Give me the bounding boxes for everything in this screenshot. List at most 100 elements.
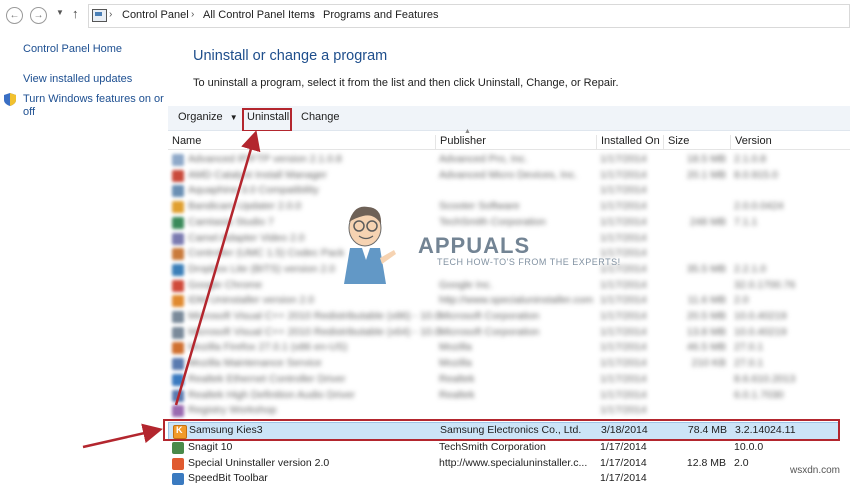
uac-shield-icon	[4, 93, 16, 106]
control-panel-icon	[92, 9, 107, 22]
arrow-to-selected-row-icon	[82, 423, 163, 449]
program-row[interactable]: Realtek Ethernet Controller Driver Realte…	[168, 372, 838, 388]
cell-size: 13.8 MB	[686, 325, 726, 338]
program-icon	[172, 442, 184, 454]
up-arrow-icon[interactable]: ↑	[72, 6, 79, 21]
cell-name: AMD Catalyst Install Manager	[188, 168, 327, 181]
cell-version: 2.1.0.8	[734, 153, 767, 165]
cell-date: 1/17/2014	[600, 341, 647, 354]
cell-name: Microsoft Visual C++ 2010 Redistributabl…	[188, 310, 441, 322]
program-row[interactable]: Registry Workshop 1/17/2014	[168, 403, 838, 419]
program-row[interactable]: SpeedBit Toolbar 1/17/2014	[168, 471, 838, 487]
recent-pages-chevron-icon[interactable]: ▼	[56, 8, 64, 17]
program-icon	[172, 457, 184, 470]
cell-name: Realtek Ethernet Controller Driver	[188, 372, 346, 385]
program-icon	[172, 342, 184, 355]
cell-publisher: Advanced Pro, Inc.	[439, 153, 528, 165]
cell-name: Dropbox Lite (BITS) version 2.0	[188, 262, 336, 275]
cell-version: 10.0.40219	[734, 310, 787, 322]
cell-publisher: Microsoft Corporation	[439, 310, 540, 322]
back-arrow-icon[interactable]: ←	[6, 7, 23, 24]
column-header-row: ▲ Name Publisher Installed On Size Versi…	[168, 128, 850, 150]
program-icon	[173, 425, 187, 439]
cell-date: 1/17/2014	[600, 472, 647, 485]
program-row[interactable]: Mozilla Maintenance Service Mozilla 1/17/2…	[168, 356, 838, 372]
program-row[interactable]: Aquaphine 3.0 Compatibility 1/17/2014	[168, 183, 838, 199]
cell-size: 12.8 MB	[686, 456, 726, 469]
cell-version: 2.0	[734, 456, 749, 469]
cell-date: 1/17/2014	[600, 294, 647, 307]
program-row[interactable]: Snagit 10 TechSmith Corporation 1/17/2014 1…	[168, 440, 838, 456]
cell-date: 1/17/2014	[600, 456, 647, 469]
program-icon	[172, 248, 184, 261]
chevron-right-icon[interactable]: ›	[311, 9, 314, 20]
program-row[interactable]: AMD Catalyst Install Manager Advanced Mic…	[168, 168, 838, 184]
column-header-installed-on[interactable]: Installed On	[596, 135, 660, 149]
cell-name: Aquaphine 3.0 Compatibility	[188, 184, 319, 197]
cell-date: 1/17/2014	[600, 372, 647, 385]
cell-size: 11.6 MB	[687, 294, 726, 307]
cell-version: 10.0.40219	[734, 325, 787, 338]
program-row[interactable]: Microsoft Visual C++ 2010 Redistributabl…	[168, 325, 838, 341]
program-row[interactable]: Special Uninstaller version 2.0 http://ww…	[168, 456, 838, 472]
breadcrumb-programs-features[interactable]: Programs and Features	[323, 9, 439, 21]
program-row[interactable]: Mozilla Firefox 27.0.1 (x86 en-US) Mozill…	[168, 340, 838, 356]
cell-publisher: Realtek	[439, 388, 475, 401]
cell-name: SpeedBit Toolbar	[188, 472, 268, 485]
view-installed-updates-link[interactable]: View installed updates	[23, 73, 132, 85]
column-header-publisher[interactable]: Publisher	[435, 135, 486, 149]
program-row[interactable]: Advanced IP/FTP version 2.1.0.8 Advanced …	[168, 152, 838, 168]
column-header-name[interactable]: Name	[168, 135, 201, 149]
windows-features-link-continued[interactable]: off	[23, 106, 35, 118]
program-row[interactable]: Realtek High Definition Audio Driver Real…	[168, 388, 838, 404]
cell-name: Microsoft Visual C++ 2010 Redistributabl…	[188, 325, 441, 338]
cell-publisher: Mozilla	[439, 341, 472, 354]
change-button[interactable]: Change	[301, 111, 340, 123]
cell-name: Snagit 10	[188, 441, 233, 453]
cell-size: 78.4 MB	[687, 424, 727, 436]
program-icon	[172, 358, 184, 371]
chevron-right-icon[interactable]: ›	[191, 9, 194, 20]
forward-arrow-icon[interactable]: →	[30, 7, 47, 24]
organize-button[interactable]: Organize ▼	[178, 111, 238, 123]
cell-date: 1/17/2014	[600, 388, 647, 401]
cell-version: 8.6.610.2013	[734, 372, 796, 385]
cell-name: Mozilla Maintenance Service	[188, 357, 322, 370]
program-icon	[172, 263, 184, 276]
uninstall-highlight-box	[242, 108, 292, 132]
cell-date: 1/17/2014	[600, 200, 647, 213]
cell-date: 1/17/2014	[600, 325, 647, 338]
cell-publisher: Advanced Micro Devices, Inc.	[439, 168, 578, 181]
program-icon	[172, 216, 184, 229]
address-bar: ← → ▼ ↑ › Control Panel › All Control Pa…	[0, 0, 850, 32]
cell-version: 7.1.1	[734, 215, 758, 228]
control-panel-home-link[interactable]: Control Panel Home	[23, 43, 122, 55]
windows-features-link[interactable]: Turn Windows features on or	[23, 93, 164, 105]
page-description: To uninstall a program, select it from t…	[193, 77, 619, 89]
cell-version: 32.0.1700.76	[734, 278, 796, 291]
column-header-size[interactable]: Size	[663, 135, 689, 149]
address-box[interactable]: › Control Panel › All Control Panel Item…	[88, 4, 850, 28]
cell-publisher: http://www.specialuninstaller.com	[439, 294, 594, 307]
program-row[interactable]: Microsoft Visual C++ 2010 Redistributabl…	[168, 309, 838, 325]
column-header-version[interactable]: Version	[730, 135, 772, 149]
program-icon	[172, 311, 184, 323]
cell-name: Camtasia Studio 7	[188, 215, 274, 228]
cell-date: 1/17/2014	[600, 168, 647, 181]
selected-program-row[interactable]: Samsung Kies3 Samsung Electronics Co., Lt…	[168, 422, 840, 440]
cell-date: 3/18/2014	[601, 424, 648, 436]
cell-date: 1/17/2014	[600, 310, 647, 322]
cell-name: Realtek High Definition Audio Driver	[188, 388, 355, 401]
breadcrumb-all-items[interactable]: All Control Panel Items	[203, 9, 315, 21]
program-icon	[172, 169, 184, 182]
program-icon	[172, 185, 184, 198]
cell-size: 35.5 MB	[686, 262, 726, 275]
chevron-right-icon[interactable]: ›	[109, 9, 112, 20]
chevron-down-icon: ▼	[229, 113, 238, 122]
breadcrumb-control-panel[interactable]: Control Panel	[122, 9, 189, 21]
program-icon	[172, 295, 184, 308]
program-row[interactable]: IDM Uninstaller version 2.0 http://www.sp…	[168, 293, 838, 309]
cell-date: 1/17/2014	[600, 153, 647, 165]
cell-size: 20.5 MB	[686, 310, 726, 322]
cell-name: Samsung Kies3	[189, 424, 263, 436]
